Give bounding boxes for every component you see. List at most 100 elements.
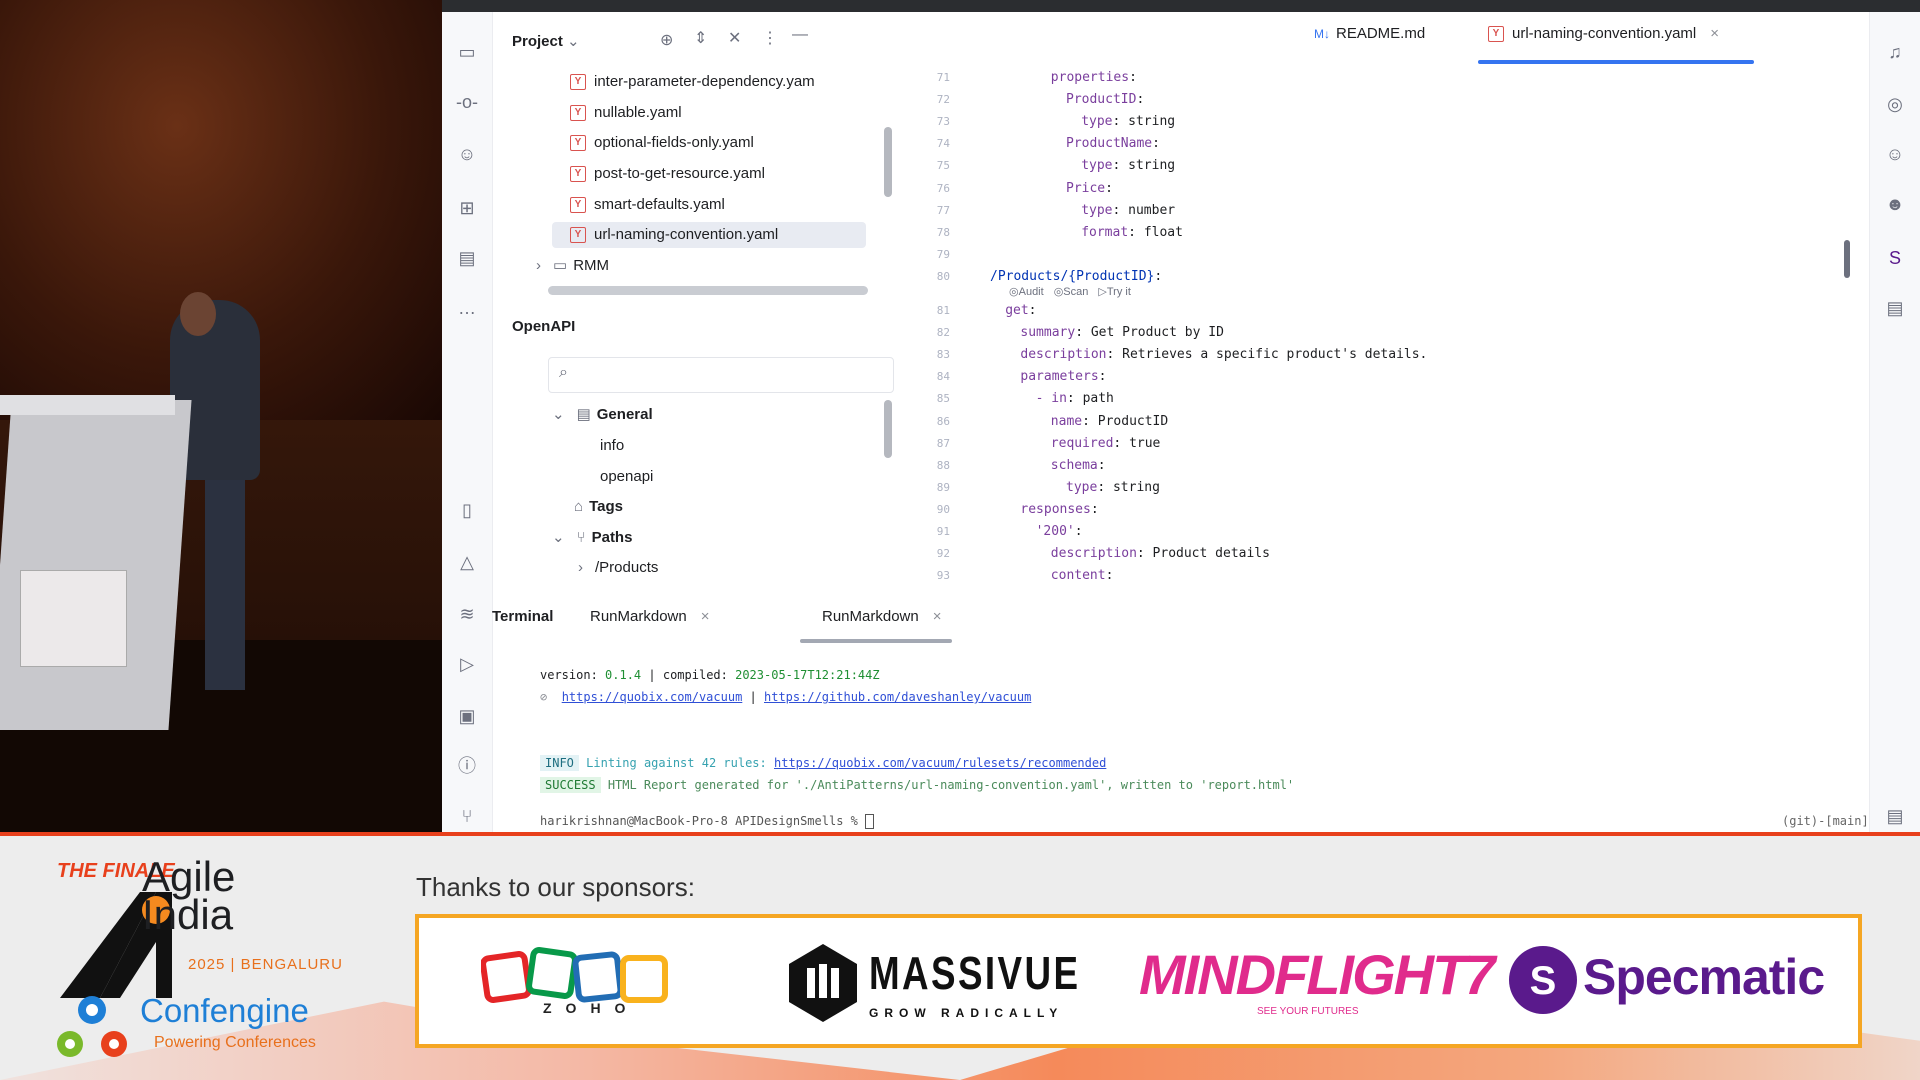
options-icon[interactable]: ⋮ bbox=[762, 28, 778, 48]
line-number: 93 bbox=[936, 569, 950, 583]
chevron-right-icon: › bbox=[578, 559, 583, 576]
sponsors-heading: Thanks to our sponsors: bbox=[416, 872, 695, 902]
chevron-right-icon: › bbox=[536, 257, 541, 274]
copilot-icon[interactable]: ☺ bbox=[455, 142, 479, 166]
api-icon[interactable]: ▤ bbox=[455, 246, 479, 270]
code-line: description: Retrieves a specific produc… bbox=[1020, 347, 1428, 363]
specmatic-icon[interactable]: S bbox=[1883, 246, 1907, 270]
vertical-scrollbar[interactable] bbox=[884, 400, 892, 458]
line-number: 74 bbox=[936, 137, 950, 151]
yaml-file-icon: Y bbox=[570, 74, 586, 91]
github-link[interactable]: https://github.com/daveshanley/vacuum bbox=[764, 690, 1031, 704]
api-icon[interactable]: ▤ bbox=[1883, 804, 1907, 828]
close-icon[interactable]: × bbox=[701, 608, 710, 625]
shell-prompt[interactable]: harikrishnan@MacBook-Pro-8 APIDesignSmel… bbox=[540, 814, 875, 829]
massivue-logo-icon bbox=[789, 944, 857, 1022]
expand-icon[interactable]: ⇕ bbox=[694, 28, 707, 48]
info-line: INFO Linting against 42 rules: https://q… bbox=[540, 755, 1106, 771]
git-branch: (git)-[main] bbox=[1782, 814, 1869, 828]
file-item[interactable]: Ypost-to-get-resource.yaml bbox=[570, 161, 765, 187]
chevron-down-icon: ⌄ bbox=[552, 406, 565, 423]
line-number: 76 bbox=[936, 181, 950, 195]
file-item[interactable]: Yoptional-fields-only.yaml bbox=[570, 130, 754, 156]
code-lens-try-it[interactable]: ▷Try it bbox=[1098, 286, 1131, 298]
code-lens-audit[interactable]: ◎Audit bbox=[1009, 286, 1044, 298]
tree-products[interactable]: ›/Products bbox=[578, 555, 658, 581]
yaml-file-icon: Y bbox=[570, 166, 586, 183]
api-icon[interactable]: ▤ bbox=[1883, 296, 1907, 320]
audit-icon: ◎ bbox=[1053, 286, 1064, 298]
tree-info[interactable]: info bbox=[600, 433, 624, 459]
close-icon[interactable]: × bbox=[933, 608, 942, 625]
folder-icon[interactable]: ▭ bbox=[455, 40, 479, 64]
version-line: version: 0.1.4 | compiled: 2023-05-17T12… bbox=[540, 668, 880, 682]
file-item[interactable]: Ynullable.yaml bbox=[570, 100, 682, 126]
left-tool-strip: ▭ -o- ☺ ⊞ ▤ … ▯ △ ≋ ▷ ▣ ⓘ ⑂ bbox=[442, 12, 493, 832]
confengine-logo-icon bbox=[57, 996, 127, 1057]
tab-runmarkdown[interactable]: RunMarkdown × bbox=[590, 608, 709, 625]
code-line: get: bbox=[1005, 303, 1037, 318]
play-icon: ▷ bbox=[1098, 286, 1107, 298]
yaml-file-icon: Y bbox=[570, 135, 586, 152]
code-line: type: string bbox=[1066, 479, 1160, 495]
tab-terminal[interactable]: Terminal bbox=[492, 608, 553, 625]
yaml-file-icon: Y bbox=[570, 227, 586, 244]
tab-url-naming-convention[interactable]: Yurl-naming-convention.yaml × bbox=[1488, 22, 1719, 46]
close-icon[interactable]: × bbox=[1710, 25, 1719, 42]
horizontal-scrollbar[interactable] bbox=[548, 286, 868, 295]
paths-icon: ⑂ bbox=[576, 529, 586, 546]
services-icon[interactable]: ≋ bbox=[455, 602, 479, 626]
more-icon[interactable]: … bbox=[455, 296, 479, 320]
file-item-selected[interactable]: Yurl-naming-convention.yaml bbox=[570, 222, 778, 248]
terminal-icon[interactable]: ▣ bbox=[455, 704, 479, 728]
info-badge: INFO bbox=[540, 755, 579, 771]
problems-icon[interactable]: ⓘ bbox=[455, 754, 479, 778]
code-line: Price: bbox=[1066, 180, 1113, 196]
line-number: 81 bbox=[936, 304, 950, 317]
copilot-chat-icon[interactable]: ☻ bbox=[1883, 192, 1907, 216]
run-icon[interactable]: ▷ bbox=[455, 652, 479, 676]
code-line: parameters: bbox=[1020, 369, 1107, 385]
tree-paths[interactable]: ⌄ ⑂ Paths bbox=[552, 525, 632, 551]
line-number: 77 bbox=[936, 203, 950, 217]
line-number: 82 bbox=[936, 326, 950, 340]
project-title[interactable]: Project ⌄ bbox=[512, 32, 580, 50]
svg-text:S: S bbox=[1530, 959, 1557, 1003]
vertical-scrollbar[interactable] bbox=[884, 127, 892, 197]
collapse-icon[interactable]: ✕ bbox=[728, 28, 741, 48]
code-editor[interactable]: 71 properties: 72 ProductID: 73 type: string 7… bbox=[892, 68, 1870, 588]
yaml-file-icon: Y bbox=[1488, 26, 1504, 43]
ruleset-link[interactable]: https://quobix.com/vacuum/rulesets/recom… bbox=[774, 756, 1106, 770]
file-item[interactable]: Yinter-parameter-dependency.yam bbox=[570, 69, 815, 95]
ai-chat-icon[interactable]: ◎ bbox=[1883, 92, 1907, 116]
graph-icon[interactable]: △ bbox=[455, 550, 479, 574]
massivue-wordmark: MASSIVUE bbox=[869, 947, 1081, 999]
tab-runmarkdown-active[interactable]: RunMarkdown × bbox=[822, 608, 941, 625]
tree-general[interactable]: ⌄ ▤ General bbox=[552, 402, 653, 428]
tab-readme[interactable]: M↓ README.md bbox=[1314, 22, 1425, 46]
openapi-search-input[interactable]: ⌕ bbox=[548, 357, 894, 393]
notifications-icon[interactable]: ♫ bbox=[1883, 40, 1907, 64]
mindflight7-tagline: SEE YOUR FUTURES bbox=[1257, 1006, 1359, 1017]
right-tool-strip: ♫ ◎ ☺ ☻ S ▤ ▤ bbox=[1869, 12, 1920, 832]
line-number: 73 bbox=[936, 115, 950, 129]
structure-icon[interactable]: ⊞ bbox=[455, 196, 479, 220]
file-item[interactable]: Ysmart-defaults.yaml bbox=[570, 192, 725, 218]
line-number: 87 bbox=[936, 436, 950, 450]
code-line: '200': bbox=[1035, 524, 1083, 539]
bookmark-icon[interactable]: ▯ bbox=[455, 498, 479, 522]
vacuum-link[interactable]: https://quobix.com/vacuum bbox=[562, 690, 743, 704]
commit-icon[interactable]: -o- bbox=[455, 90, 479, 114]
locate-icon[interactable]: ⊕ bbox=[660, 30, 673, 50]
line-number: 89 bbox=[936, 480, 950, 494]
sponsor-logos: ZOHO MASSIVUE GROW RADICALLY MINDFLIGHT7… bbox=[415, 914, 1862, 1048]
hide-icon[interactable]: — bbox=[792, 26, 808, 44]
git-icon[interactable]: ⑂ bbox=[455, 804, 479, 828]
tree-tags[interactable]: ⌂ Tags bbox=[574, 494, 623, 520]
terminal-output[interactable]: version: 0.1.4 | compiled: 2023-05-17T12… bbox=[492, 644, 1870, 832]
tree-openapi[interactable]: openapi bbox=[600, 464, 653, 490]
folder-item[interactable]: › ▭ RMM bbox=[536, 253, 609, 279]
editor-scrollbar[interactable] bbox=[1844, 240, 1850, 278]
code-lens-scan[interactable]: ◎Scan bbox=[1054, 286, 1089, 298]
copilot-icon[interactable]: ☺ bbox=[1883, 142, 1907, 166]
